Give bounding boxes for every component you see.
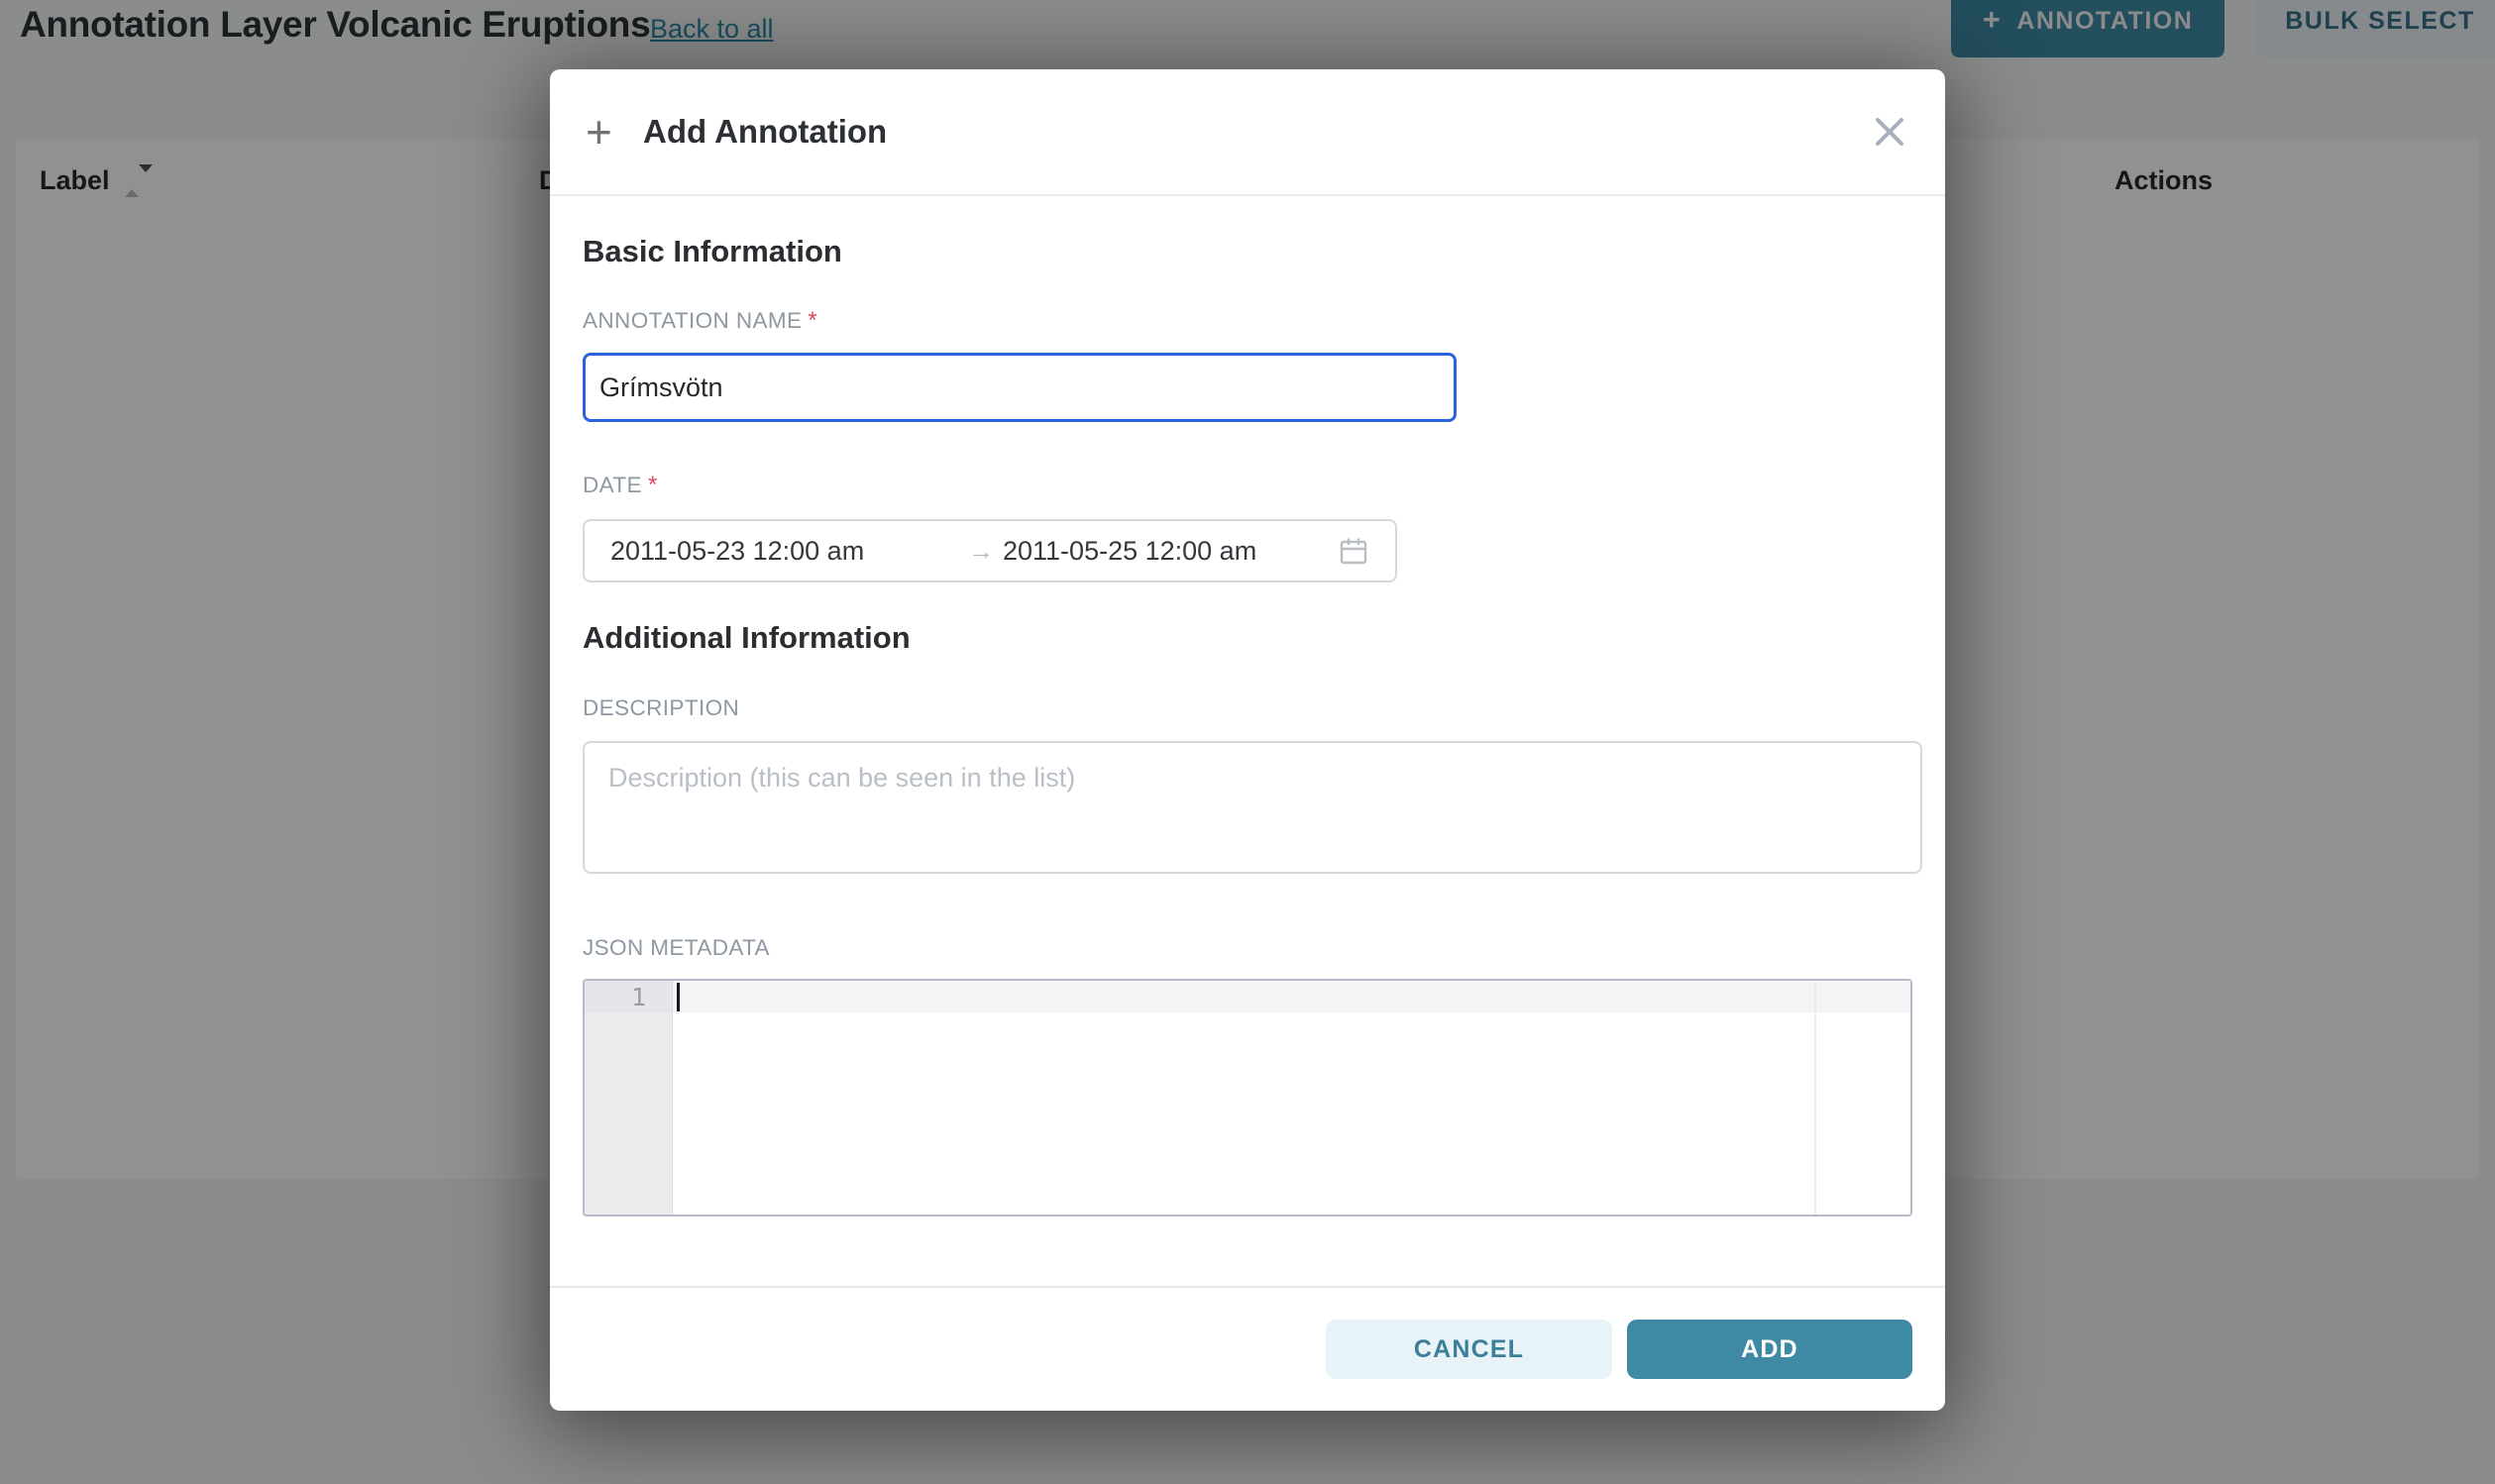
date-end-value[interactable]: 2011-05-25 12:00 am [1003, 536, 1338, 567]
json-metadata-label: JSON METADATA [583, 935, 770, 961]
editor-gutter: 1 [585, 981, 673, 1215]
date-range-picker[interactable]: 2011-05-23 12:00 am → 2011-05-25 12:00 a… [583, 519, 1397, 583]
description-textarea[interactable] [583, 741, 1922, 874]
date-label: DATE* [583, 472, 658, 499]
add-annotation-modal: + Add Annotation Basic Information ANNOT… [550, 69, 1945, 1411]
description-label: DESCRIPTION [583, 695, 739, 721]
close-icon[interactable] [1872, 114, 1907, 150]
json-metadata-editor[interactable]: 1 [583, 979, 1912, 1217]
calendar-icon [1338, 535, 1369, 567]
date-start-value[interactable]: 2011-05-23 12:00 am [610, 536, 959, 567]
annotation-name-label: ANNOTATION NAME* [583, 307, 817, 335]
additional-information-heading: Additional Information [583, 620, 911, 656]
modal-header: + Add Annotation [550, 69, 1945, 196]
editor-active-line [673, 981, 1910, 1012]
annotation-name-input[interactable] [583, 353, 1457, 422]
basic-information-heading: Basic Information [583, 234, 842, 269]
footer-divider [550, 1286, 1945, 1288]
required-marker: * [648, 472, 658, 498]
range-arrow-icon: → [959, 536, 1003, 567]
modal-title: Add Annotation [643, 69, 887, 194]
line-number: 1 [585, 983, 672, 1011]
required-marker: * [808, 307, 817, 334]
text-cursor [677, 983, 680, 1011]
print-margin-line [1814, 981, 1816, 1215]
plus-icon: + [586, 69, 612, 194]
add-button[interactable]: ADD [1627, 1320, 1912, 1379]
cancel-button[interactable]: CANCEL [1326, 1320, 1612, 1379]
